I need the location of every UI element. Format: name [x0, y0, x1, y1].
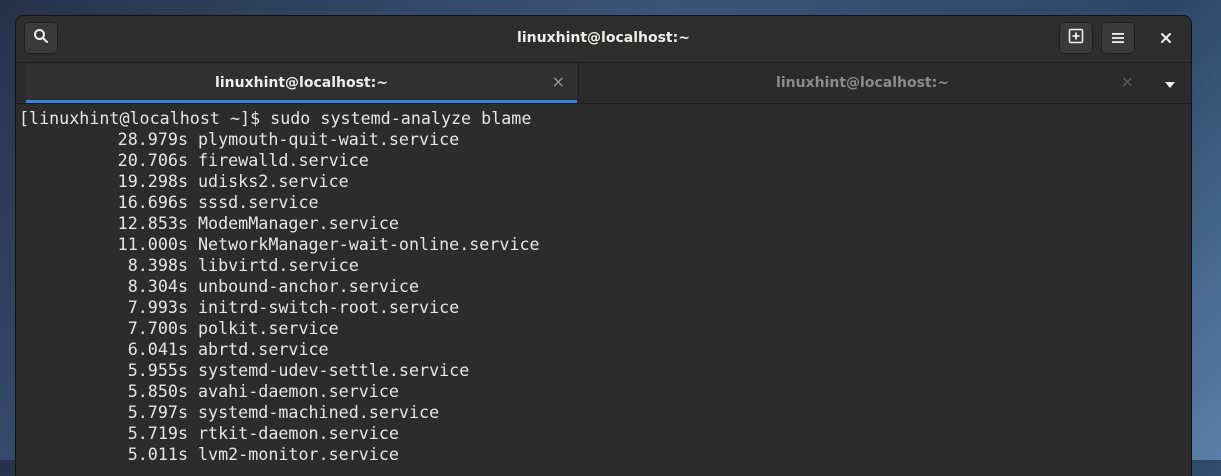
- service-name: sssd.service: [198, 192, 319, 212]
- service-name: systemd-udev-settle.service: [198, 360, 470, 380]
- startup-time: 16.696s: [117, 192, 188, 212]
- service-name: initrd-switch-root.service: [198, 297, 460, 317]
- headerbar: linuxhint@localhost:~: [16, 16, 1191, 63]
- blame-row: 5.011s lvm2-monitor.service: [19, 444, 1191, 465]
- startup-time: 5.719s: [127, 423, 188, 443]
- menu-button[interactable]: [1101, 22, 1135, 54]
- service-name: plymouth-quit-wait.service: [198, 129, 460, 149]
- blame-row: 11.000s NetworkManager-wait-online.servic…: [19, 234, 1191, 255]
- startup-time: 8.304s: [127, 276, 188, 296]
- blame-row: 6.041s abrtd.service: [19, 339, 1191, 360]
- startup-time: 19.298s: [117, 171, 188, 191]
- service-name: ModemManager.service: [198, 213, 399, 233]
- terminal-window: linuxhint@localhost:~ linuxhint@localhos…: [16, 16, 1191, 476]
- tab-close-icon[interactable]: ×: [552, 74, 565, 90]
- blame-row: 8.398s libvirtd.service: [19, 255, 1191, 276]
- blame-row: 19.298s udisks2.service: [19, 171, 1191, 192]
- blame-row: 5.719s rtkit-daemon.service: [19, 423, 1191, 444]
- startup-time: 5.955s: [127, 360, 188, 380]
- blame-row: 5.955s systemd-udev-settle.service: [19, 360, 1191, 381]
- service-name: firewalld.service: [198, 150, 369, 170]
- new-tab-button[interactable]: [1059, 22, 1093, 54]
- startup-time: 7.700s: [127, 318, 188, 338]
- chevron-down-icon: [1164, 74, 1176, 93]
- blame-row: 5.850s avahi-daemon.service: [19, 381, 1191, 402]
- blame-row: 16.696s sssd.service: [19, 192, 1191, 213]
- tab-1[interactable]: linuxhint@localhost:~ ×: [26, 63, 577, 103]
- startup-time: 5.797s: [127, 402, 188, 422]
- startup-time: 20.706s: [117, 150, 188, 170]
- terminal-output[interactable]: [linuxhint@localhost ~]$ sudo systemd-an…: [16, 104, 1191, 476]
- tab-2[interactable]: linuxhint@localhost:~ ×: [578, 63, 1146, 103]
- service-name: lvm2-monitor.service: [198, 444, 399, 464]
- blame-row: 7.700s polkit.service: [19, 318, 1191, 339]
- service-name: abrtd.service: [198, 339, 329, 359]
- startup-time: 12.853s: [117, 213, 188, 233]
- startup-time: 5.850s: [127, 381, 188, 401]
- service-name: NetworkManager-wait-online.service: [198, 234, 540, 254]
- command-prompt-line: [linuxhint@localhost ~]$ sudo systemd-an…: [19, 108, 532, 128]
- blame-row: 20.706s firewalld.service: [19, 150, 1191, 171]
- service-name: systemd-machined.service: [198, 402, 440, 422]
- service-name: unbound-anchor.service: [198, 276, 420, 296]
- tab-close-icon[interactable]: ×: [1121, 74, 1134, 90]
- service-name: libvirtd.service: [198, 255, 359, 275]
- startup-time: 8.398s: [127, 255, 188, 275]
- startup-time: 5.011s: [127, 444, 188, 464]
- service-name: rtkit-daemon.service: [198, 423, 399, 443]
- tab-label: linuxhint@localhost:~: [776, 75, 949, 91]
- service-name: avahi-daemon.service: [198, 381, 399, 401]
- window-close-button[interactable]: [1149, 22, 1183, 54]
- tab-bar: linuxhint@localhost:~ × linuxhint@localh…: [16, 63, 1191, 104]
- blame-row: 28.979s plymouth-quit-wait.service: [19, 129, 1191, 150]
- tab-list-dropdown[interactable]: [1161, 76, 1179, 90]
- new-tab-icon: [1068, 28, 1084, 48]
- service-name: polkit.service: [198, 318, 339, 338]
- startup-time: 6.041s: [127, 339, 188, 359]
- blame-row: 7.993s initrd-switch-root.service: [19, 297, 1191, 318]
- hamburger-menu-icon: [1111, 29, 1125, 48]
- window-title: linuxhint@localhost:~: [517, 30, 690, 46]
- blame-row: 5.797s systemd-machined.service: [19, 402, 1191, 423]
- tab-label: linuxhint@localhost:~: [215, 75, 388, 91]
- service-name: udisks2.service: [198, 171, 349, 191]
- blame-row: 12.853s ModemManager.service: [19, 213, 1191, 234]
- close-icon: [1160, 29, 1172, 48]
- active-tab-indicator: [26, 100, 577, 103]
- startup-time: 28.979s: [117, 129, 188, 149]
- blame-row: 8.304s unbound-anchor.service: [19, 276, 1191, 297]
- startup-time: 11.000s: [117, 234, 188, 254]
- startup-time: 7.993s: [127, 297, 188, 317]
